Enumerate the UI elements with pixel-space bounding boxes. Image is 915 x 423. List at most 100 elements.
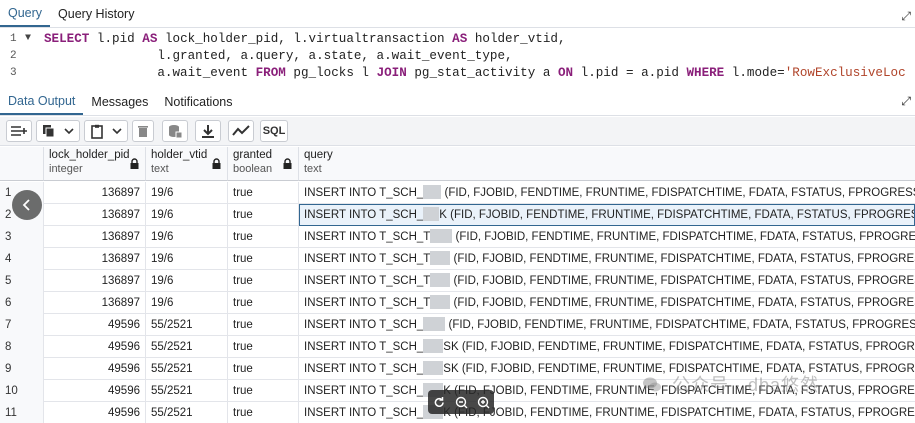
row-number[interactable]: 4: [0, 248, 44, 270]
column-header-granted[interactable]: granted boolean: [228, 147, 299, 181]
cell-holder-vtid[interactable]: 55/2521: [146, 380, 228, 402]
cell-holder-vtid[interactable]: 19/6: [146, 292, 228, 314]
cell-granted[interactable]: true: [228, 292, 299, 314]
row-number[interactable]: 5: [0, 270, 44, 292]
cell-query[interactable]: INSERT INTO T_SCH_ (FID, FJOBID, FENDTIM…: [299, 314, 915, 336]
cell-lock-holder-pid[interactable]: 136897: [44, 182, 146, 204]
row-number[interactable]: 10: [0, 380, 44, 402]
save-data-button[interactable]: [162, 120, 188, 142]
row-number[interactable]: 7: [0, 314, 44, 336]
download-button[interactable]: [195, 120, 221, 142]
row-number[interactable]: 9: [0, 358, 44, 380]
rotate-icon[interactable]: [433, 396, 446, 409]
column-header-query[interactable]: query text: [299, 147, 915, 181]
cell-query[interactable]: INSERT INTO T_SCH_T (FID, FJOBID, FENDTI…: [299, 292, 915, 314]
cell-lock-holder-pid[interactable]: 136897: [44, 248, 146, 270]
cell-granted[interactable]: true: [228, 270, 299, 292]
add-row-button[interactable]: [6, 120, 32, 142]
cell-granted[interactable]: true: [228, 204, 299, 226]
table-row[interactable]: 3 136897 19/6 true INSERT INTO T_SCH_T (FID,…: [0, 226, 915, 248]
cell-holder-vtid[interactable]: 19/6: [146, 270, 228, 292]
tab-notifications[interactable]: Notifications: [156, 95, 240, 115]
cell-granted[interactable]: true: [228, 226, 299, 248]
copy-button[interactable]: [36, 120, 80, 142]
redacted-segment: [423, 361, 444, 375]
cell-lock-holder-pid[interactable]: 49596: [44, 380, 146, 402]
cell-granted[interactable]: true: [228, 358, 299, 380]
tab-query-history[interactable]: Query History: [50, 7, 142, 27]
cell-lock-holder-pid[interactable]: 49596: [44, 314, 146, 336]
table-row[interactable]: 1 136897 19/6 true INSERT INTO T_SCH_ (FID, …: [0, 182, 915, 204]
cell-lock-holder-pid[interactable]: 136897: [44, 226, 146, 248]
query-text-rest: SK (FID, FJOBID, FENDTIME, FRUNTIME, FDI…: [443, 341, 915, 353]
column-header-lock-holder-pid[interactable]: lock_holder_pid integer: [44, 147, 146, 181]
cell-query[interactable]: INSERT INTO T_SCH_K (FID, FJOBID, FENDTI…: [299, 380, 915, 402]
cell-lock-holder-pid[interactable]: 136897: [44, 292, 146, 314]
cell-query[interactable]: INSERT INTO T_SCH_T (FID, FJOBID, FENDTI…: [299, 248, 915, 270]
tab-messages[interactable]: Messages: [83, 95, 156, 115]
table-row[interactable]: 7 49596 55/2521 true INSERT INTO T_SCH_ (FID…: [0, 314, 915, 336]
redacted-segment: [423, 185, 442, 199]
column-type: integer: [49, 163, 83, 175]
table-row[interactable]: 4 136897 19/6 true INSERT INTO T_SCH_T (FID,…: [0, 248, 915, 270]
table-row[interactable]: 2 136897 19/6 true INSERT INTO T_SCH_ K (FID,…: [0, 204, 915, 226]
expand-icon[interactable]: ⤢: [901, 94, 911, 109]
query-text-rest: (FID, FJOBID, FENDTIME, FRUNTIME, FDISPA…: [453, 253, 915, 265]
sql-editor[interactable]: 1 ▼ 2 3 SELECT l.pid AS lock_holder_pid,…: [0, 10, 915, 86]
table-row[interactable]: 6 136897 19/6 true INSERT INTO T_SCH_T (FID,…: [0, 292, 915, 314]
tab-data-output[interactable]: Data Output: [0, 94, 84, 115]
cell-granted[interactable]: true: [228, 380, 299, 402]
cell-granted[interactable]: true: [228, 248, 299, 270]
cell-holder-vtid[interactable]: 19/6: [146, 226, 228, 248]
cell-query[interactable]: INSERT INTO T_SCH_ (FID, FJOBID, FENDTIM…: [299, 182, 915, 204]
zoom-in-icon[interactable]: [477, 396, 490, 409]
cell-holder-vtid[interactable]: 55/2521: [146, 358, 228, 380]
cell-query[interactable]: INSERT INTO T_SCH_T (FID, FJOBID, FENDTI…: [299, 226, 915, 248]
lock-icon: [130, 158, 139, 169]
result-toolbar: SQL: [0, 117, 915, 146]
cell-query[interactable]: INSERT INTO T_SCH_K (FID, FJOBID, FENDTI…: [299, 402, 915, 423]
table-row[interactable]: 5 136897 19/6 true INSERT INTO T_SCH_T (FID,…: [0, 270, 915, 292]
cell-granted[interactable]: true: [228, 402, 299, 423]
cell-lock-holder-pid[interactable]: 49596: [44, 358, 146, 380]
cell-holder-vtid[interactable]: 55/2521: [146, 314, 228, 336]
column-header-holder-vtid[interactable]: holder_vtid text: [146, 147, 228, 181]
row-number[interactable]: 11: [0, 402, 44, 423]
cell-granted[interactable]: true: [228, 314, 299, 336]
fold-chevron-icon[interactable]: ▼: [25, 33, 31, 44]
table-row[interactable]: 8 49596 55/2521 true INSERT INTO T_SCH_ SK (F…: [0, 336, 915, 358]
cell-query[interactable]: INSERT INTO T_SCH_K (FID, FJOBID, FENDTI…: [299, 204, 915, 226]
cell-holder-vtid[interactable]: 55/2521: [146, 402, 228, 423]
cell-query[interactable]: INSERT INTO T_SCH_ SK (FID, FJOBID, FENDT…: [299, 336, 915, 358]
row-number[interactable]: 6: [0, 292, 44, 314]
row-number[interactable]: 3: [0, 226, 44, 248]
code-text: holder_vtid,: [467, 32, 566, 46]
cell-granted[interactable]: true: [228, 336, 299, 358]
query-text-start: INSERT INTO T_SCH_: [304, 363, 424, 375]
redacted-segment: [430, 229, 453, 243]
paste-button[interactable]: [84, 120, 128, 142]
cell-query[interactable]: INSERT INTO T_SCH_T (FID, FJOBID, FENDTI…: [299, 270, 915, 292]
code-line-1: SELECT l.pid AS lock_holder_pid, l.virtu…: [44, 32, 566, 46]
code-line-3: a.wait_event FROM pg_locks l JOIN pg_sta…: [44, 66, 905, 80]
line-number: 2: [10, 50, 17, 62]
cell-holder-vtid[interactable]: 55/2521: [146, 336, 228, 358]
tab-query[interactable]: Query: [0, 6, 51, 27]
cell-holder-vtid[interactable]: 19/6: [146, 248, 228, 270]
redacted-segment: [430, 251, 451, 265]
cell-query[interactable]: INSERT INTO T_SCH_ SK (FID, FJOBID, FENDT…: [299, 358, 915, 380]
expand-icon[interactable]: ⤢: [901, 10, 911, 24]
cell-holder-vtid[interactable]: 19/6: [146, 182, 228, 204]
cell-lock-holder-pid[interactable]: 49596: [44, 336, 146, 358]
cell-lock-holder-pid[interactable]: 136897: [44, 204, 146, 226]
graph-visualiser-button[interactable]: [228, 120, 254, 142]
cell-holder-vtid[interactable]: 19/6: [146, 204, 228, 226]
row-number[interactable]: 8: [0, 336, 44, 358]
zoom-out-icon[interactable]: [455, 396, 468, 409]
sql-button[interactable]: SQL: [260, 120, 288, 142]
delete-button[interactable]: [132, 120, 154, 142]
cell-granted[interactable]: true: [228, 182, 299, 204]
cell-lock-holder-pid[interactable]: 136897: [44, 270, 146, 292]
back-button[interactable]: [12, 190, 42, 220]
cell-lock-holder-pid[interactable]: 49596: [44, 402, 146, 423]
